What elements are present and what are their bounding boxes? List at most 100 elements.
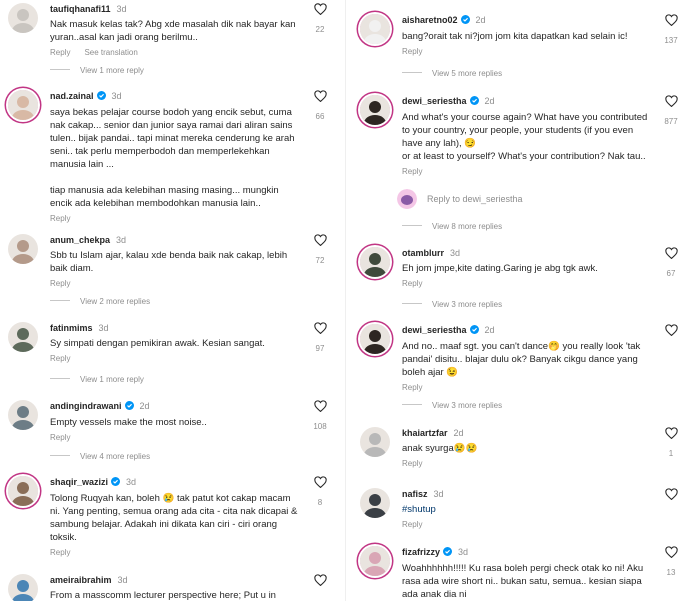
heart-outline-icon[interactable] bbox=[663, 488, 679, 500]
like-button[interactable]: 877 bbox=[663, 95, 679, 126]
reply-button[interactable]: Reply bbox=[402, 279, 422, 288]
avatar[interactable] bbox=[8, 322, 38, 352]
like-button[interactable] bbox=[663, 324, 679, 336]
reply-button[interactable]: Reply bbox=[402, 520, 422, 529]
comment-text-line: or at least to yourself? What's your con… bbox=[402, 151, 646, 162]
avatar[interactable] bbox=[8, 90, 38, 120]
heart-outline-icon[interactable] bbox=[312, 400, 328, 412]
heart-outline-icon[interactable] bbox=[663, 14, 679, 26]
like-button[interactable] bbox=[312, 574, 328, 586]
timestamp: 3d bbox=[458, 547, 469, 557]
comment-header: anum_chekpa 3d bbox=[50, 234, 304, 246]
view-more-replies-button[interactable]: View 1 more reply bbox=[50, 375, 144, 384]
reply-button[interactable]: Reply bbox=[402, 47, 422, 56]
like-button[interactable]: 8 bbox=[312, 476, 328, 507]
like-button[interactable]: 22 bbox=[312, 3, 328, 34]
timestamp: 3d bbox=[433, 489, 444, 499]
username-link[interactable]: dewi_seriestha bbox=[402, 96, 467, 106]
view-more-replies-button[interactable]: View 4 more replies bbox=[50, 452, 150, 461]
view-more-replies-button[interactable]: View 5 more replies bbox=[402, 69, 502, 78]
username-link[interactable]: ameiraibrahim bbox=[50, 575, 112, 585]
avatar[interactable] bbox=[8, 476, 38, 506]
view-more-replies-button[interactable]: View 3 more replies bbox=[402, 300, 502, 309]
view-more-replies-button[interactable]: View 3 more replies bbox=[402, 401, 502, 410]
username-link[interactable]: taufiqhanafi11 bbox=[50, 4, 111, 14]
like-button[interactable]: 67 bbox=[663, 247, 679, 278]
username-link[interactable]: anum_chekpa bbox=[50, 235, 110, 245]
view-more-replies-button[interactable]: View 1 more reply bbox=[50, 66, 144, 75]
avatar[interactable] bbox=[360, 14, 390, 44]
username-link[interactable]: fizafrizzy bbox=[402, 547, 440, 557]
like-button[interactable]: 66 bbox=[312, 90, 328, 121]
reply-button[interactable]: Reply bbox=[50, 548, 70, 557]
username-link[interactable]: andingindrawani bbox=[50, 401, 122, 411]
heart-outline-icon[interactable] bbox=[663, 324, 679, 336]
reply-button[interactable]: Reply bbox=[402, 459, 422, 468]
avatar[interactable] bbox=[360, 488, 390, 518]
avatar[interactable] bbox=[8, 400, 38, 430]
username-link[interactable]: nad.zainal bbox=[50, 91, 94, 101]
comment-actions: Reply bbox=[50, 433, 304, 442]
reply-button[interactable]: Reply bbox=[50, 433, 70, 442]
reply-button[interactable]: Reply bbox=[50, 279, 70, 288]
heart-outline-icon[interactable] bbox=[663, 427, 679, 439]
avatar[interactable] bbox=[360, 324, 390, 354]
heart-outline-icon[interactable] bbox=[312, 476, 328, 488]
timestamp: 3d bbox=[117, 575, 128, 585]
heart-outline-icon[interactable] bbox=[663, 546, 679, 558]
comment-text: Tolong Ruqyah kan, boleh 😢 tak patut kot… bbox=[50, 492, 304, 544]
heart-outline-icon[interactable] bbox=[312, 3, 328, 15]
like-button[interactable]: 137 bbox=[663, 14, 679, 45]
heart-outline-icon[interactable] bbox=[663, 95, 679, 107]
like-button[interactable]: 108 bbox=[312, 400, 328, 431]
like-button[interactable]: 97 bbox=[312, 322, 328, 353]
heart-outline-icon[interactable] bbox=[312, 90, 328, 102]
username-link[interactable]: fatinmims bbox=[50, 323, 93, 333]
avatar[interactable] bbox=[360, 247, 390, 277]
avatar[interactable] bbox=[360, 546, 390, 576]
comment-text-line: pandai' disitu.. blajar dulu ok? Banyak … bbox=[402, 354, 638, 365]
heart-outline-icon[interactable] bbox=[312, 234, 328, 246]
like-button[interactable] bbox=[663, 488, 679, 500]
avatar[interactable] bbox=[360, 95, 390, 125]
see-translation-button[interactable]: See translation bbox=[84, 48, 137, 57]
comment-body: khaiartzfar 2d anak syurga😢😢 Reply bbox=[402, 427, 655, 468]
comment-body: taufiqhanafi11 3d Nak masuk kelas tak? Abg… bbox=[50, 3, 304, 57]
comment-actions: Reply bbox=[402, 383, 655, 392]
like-count: 66 bbox=[315, 112, 325, 121]
heart-outline-icon[interactable] bbox=[312, 322, 328, 334]
comment-text-line: have any lah), 😏 bbox=[402, 138, 477, 149]
comment-text-line: Sy simpati dengan pemikiran awak. Kesian… bbox=[50, 338, 265, 349]
heart-outline-icon[interactable] bbox=[312, 574, 328, 586]
heart-outline-icon[interactable] bbox=[663, 247, 679, 259]
comment-text: Sbb tu Islam ajar, kalau xde benda baik … bbox=[50, 249, 304, 275]
username-link[interactable]: dewi_seriestha bbox=[402, 325, 467, 335]
comment-body: andingindrawani 2d Empty vessels make the … bbox=[50, 400, 304, 442]
comment-header: nad.zainal 3d bbox=[50, 90, 304, 103]
avatar[interactable] bbox=[360, 427, 390, 457]
username-link[interactable]: aisharetno02 bbox=[402, 15, 458, 25]
username-link[interactable]: otamblurr bbox=[402, 248, 444, 258]
avatar[interactable] bbox=[8, 234, 38, 264]
username-link[interactable]: shaqir_wazizi bbox=[50, 477, 108, 487]
avatar[interactable] bbox=[8, 3, 38, 33]
timestamp: 3d bbox=[126, 477, 137, 487]
view-more-replies-button[interactable]: View 8 more replies bbox=[402, 222, 502, 231]
comment-text-line: Nak masuk kelas tak? Abg xde masalah dik… bbox=[50, 19, 296, 30]
reply-button[interactable]: Reply bbox=[50, 48, 70, 57]
username-link[interactable]: nafisz bbox=[402, 489, 428, 499]
reply-placeholder[interactable]: Reply to dewi_seriestha bbox=[427, 194, 523, 204]
like-button[interactable]: 13 bbox=[663, 546, 679, 577]
reply-button[interactable]: Reply bbox=[402, 383, 422, 392]
username-link[interactable]: khaiartzfar bbox=[402, 428, 448, 438]
comment-text-line: Empty vessels make the most noise.. bbox=[50, 417, 207, 428]
like-button[interactable]: 1 bbox=[663, 427, 679, 458]
like-count: 13 bbox=[666, 568, 676, 577]
avatar[interactable] bbox=[8, 574, 38, 601]
comment-text-line: toksik. bbox=[50, 532, 77, 543]
reply-button[interactable]: Reply bbox=[402, 167, 422, 176]
like-button[interactable]: 72 bbox=[312, 234, 328, 265]
reply-button[interactable]: Reply bbox=[50, 354, 70, 363]
reply-button[interactable]: Reply bbox=[50, 214, 70, 223]
view-more-replies-button[interactable]: View 2 more replies bbox=[50, 297, 150, 306]
